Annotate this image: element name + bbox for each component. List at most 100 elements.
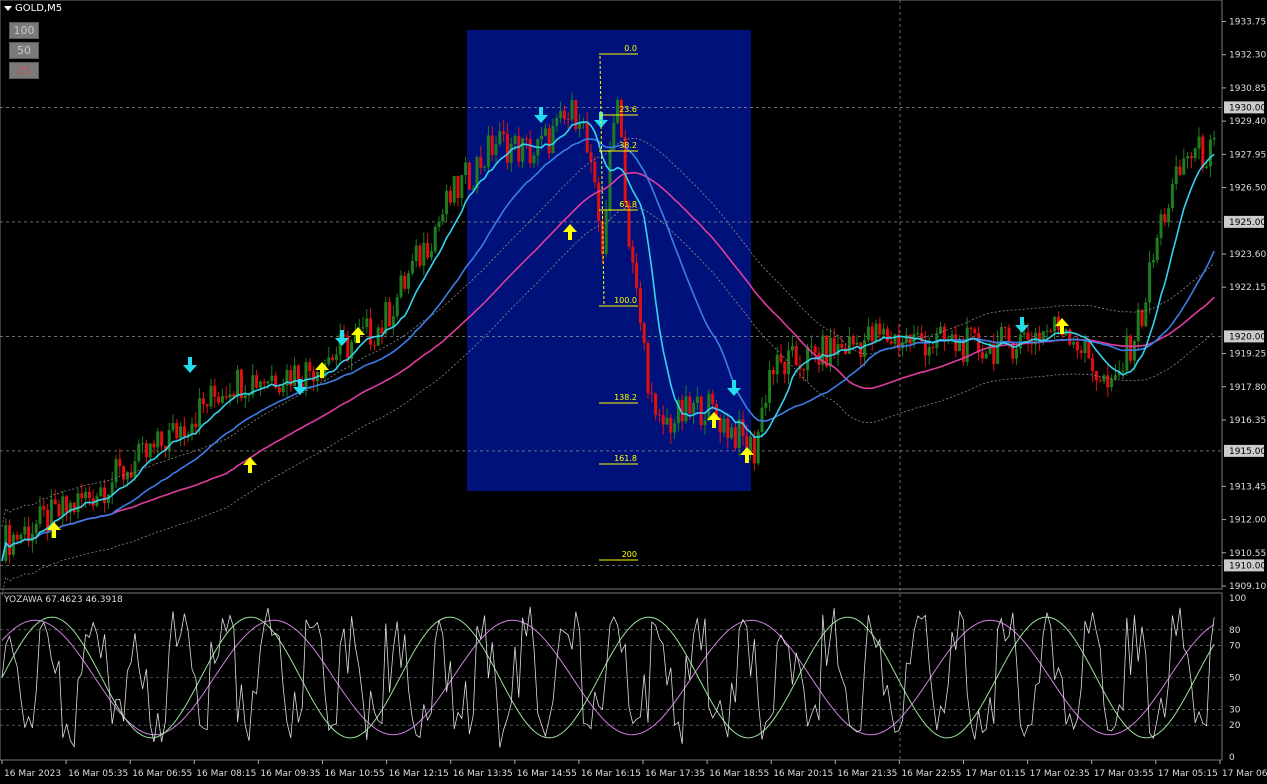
- price-mark-label: 1920.00: [1229, 332, 1266, 342]
- candle-body: [612, 122, 616, 150]
- candle-body: [555, 118, 559, 126]
- candle-body: [334, 354, 338, 360]
- candle-body: [1189, 156, 1193, 159]
- candle-body: [304, 362, 308, 389]
- candle-body: [771, 369, 775, 375]
- candle-body: [547, 128, 551, 154]
- candle-body: [1174, 166, 1178, 185]
- candle-body: [479, 157, 483, 168]
- candle-body: [1167, 208, 1171, 223]
- fib-level-label: 100.0: [614, 296, 637, 305]
- dropdown-triangle-icon[interactable]: [4, 5, 12, 11]
- candle-body: [764, 402, 768, 408]
- candle-body: [969, 327, 973, 329]
- candle-body: [802, 369, 806, 371]
- candle-body: [410, 261, 414, 274]
- candle-body: [308, 362, 312, 371]
- candle-body: [426, 242, 430, 258]
- x-axis-label: 17 Mar 01:15: [966, 769, 1026, 779]
- candle-body: [825, 335, 829, 367]
- candle-body: [847, 336, 851, 354]
- candle-body: [114, 459, 118, 483]
- candle-body: [1049, 330, 1053, 332]
- candle-body: [494, 144, 498, 155]
- zoom-25-button[interactable]: 25: [9, 62, 39, 79]
- candle-body: [783, 361, 787, 375]
- candle-body: [916, 333, 920, 335]
- candle-body: [692, 403, 696, 414]
- candle-body: [730, 427, 734, 438]
- candle-body: [1125, 335, 1129, 371]
- candle-body: [1106, 375, 1110, 388]
- candle-body: [570, 100, 574, 120]
- candle-body: [885, 328, 889, 342]
- candle-body: [585, 122, 589, 153]
- candle-body: [532, 155, 536, 164]
- candle-body: [1148, 262, 1152, 303]
- candle-body: [76, 493, 80, 513]
- candle-body: [863, 340, 867, 357]
- candle-body: [422, 242, 426, 266]
- symbol-label: GOLD,M5: [4, 3, 62, 14]
- candle-body: [361, 327, 365, 329]
- x-axis-label: 16 Mar 09:35: [260, 769, 320, 779]
- candle-body: [688, 396, 692, 414]
- candle-body: [61, 496, 65, 516]
- sell-arrow-icon: [1015, 317, 1029, 333]
- candle-body: [118, 459, 122, 467]
- candle-body: [312, 370, 316, 382]
- x-axis-label: 16 Mar 13:35: [453, 769, 513, 779]
- candle-body: [125, 472, 129, 480]
- x-axis-label: 16 Mar 06:55: [132, 769, 192, 779]
- candle-body: [638, 288, 642, 324]
- candle-body: [904, 334, 908, 343]
- candle-body: [1186, 156, 1190, 159]
- candle-body: [80, 493, 84, 499]
- candle-body: [65, 496, 69, 513]
- candle-body: [460, 175, 464, 198]
- candle-body: [490, 135, 494, 155]
- candle-body: [452, 176, 456, 203]
- y-axis-label: 1910.55: [1229, 549, 1266, 559]
- candle-body: [1098, 380, 1102, 382]
- candle-body: [551, 125, 555, 154]
- candle-body: [1193, 148, 1197, 159]
- y-axis-label: 1916.35: [1229, 416, 1266, 426]
- candle-body: [1079, 350, 1083, 353]
- osc-level-label: 0: [1229, 753, 1235, 763]
- x-axis-label: 16 Mar 18:55: [709, 769, 769, 779]
- zoom-50-button[interactable]: 50: [9, 42, 39, 59]
- candle-body: [775, 354, 779, 375]
- x-axis-label: 16 Mar 16:15: [581, 769, 641, 779]
- candle-body: [437, 221, 441, 228]
- price-chart[interactable]: 0.023.638.261.8100.0138.2161.82001933.75…: [0, 0, 1267, 784]
- candle-body: [927, 347, 931, 356]
- candle-body: [72, 502, 76, 513]
- candle-body: [999, 327, 1003, 342]
- candle-body: [486, 135, 490, 167]
- candle-body: [1205, 166, 1209, 168]
- y-axis-label: 1930.85: [1229, 84, 1266, 94]
- candle-body: [642, 323, 646, 344]
- candle-body: [414, 245, 418, 262]
- candle-body: [604, 210, 608, 254]
- candle-body: [372, 344, 376, 346]
- fib-level-label: 61.8: [619, 200, 637, 209]
- osc-white-line: [1, 606, 1215, 748]
- x-axis-label: 16 Mar 08:15: [196, 769, 256, 779]
- candle-body: [30, 533, 34, 542]
- candle-body: [369, 318, 373, 345]
- candle-body: [635, 262, 639, 289]
- osc-level-label: 100: [1229, 594, 1246, 604]
- zoom-100-button[interactable]: 100: [9, 22, 39, 39]
- candle-body: [790, 346, 794, 351]
- candle-body: [445, 190, 449, 215]
- candle-body: [103, 487, 107, 504]
- candle-body: [220, 396, 224, 403]
- candle-body: [270, 375, 274, 382]
- candle-body: [1102, 375, 1106, 382]
- x-axis-label: 16 Mar 12:15: [389, 769, 449, 779]
- candle-body: [566, 118, 570, 120]
- candle-body: [156, 431, 160, 448]
- candle-body: [1151, 260, 1155, 263]
